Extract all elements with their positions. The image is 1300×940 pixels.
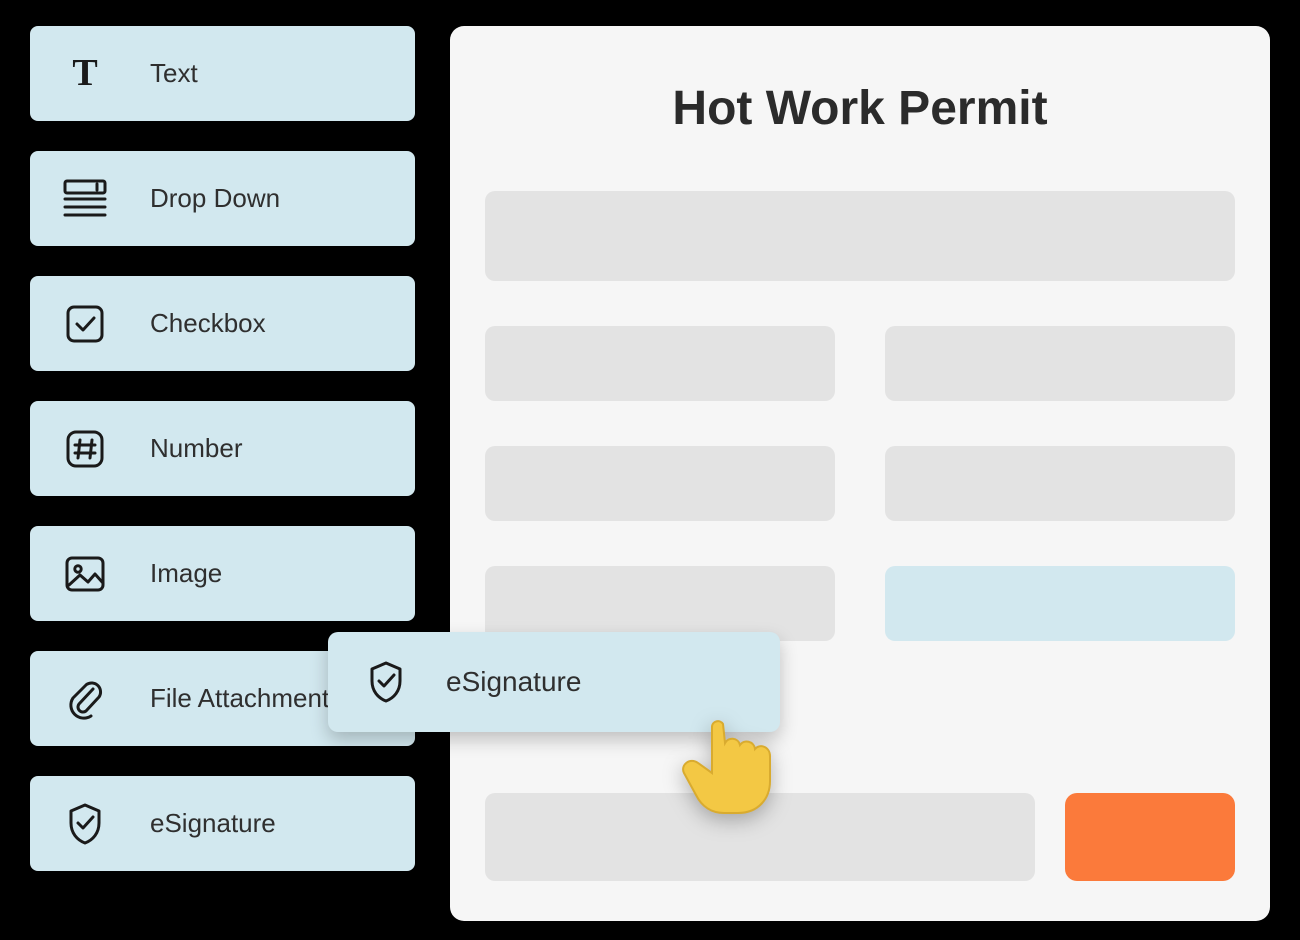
- checkbox-icon: [60, 304, 110, 344]
- shield-check-icon: [60, 802, 110, 846]
- field-type-text[interactable]: T Text: [30, 26, 415, 121]
- field-type-number[interactable]: Number: [30, 401, 415, 496]
- form-field-placeholder[interactable]: [485, 326, 835, 401]
- form-field-placeholder[interactable]: [885, 446, 1235, 521]
- dragging-field-label: eSignature: [446, 666, 581, 698]
- dropdown-icon: [60, 179, 110, 219]
- form-field-placeholder[interactable]: [485, 446, 835, 521]
- svg-text:T: T: [72, 53, 97, 94]
- field-type-label: Checkbox: [150, 308, 266, 339]
- field-type-label: Image: [150, 558, 222, 589]
- image-icon: [60, 555, 110, 593]
- field-type-palette: T Text Drop Down: [30, 26, 415, 871]
- field-type-checkbox[interactable]: Checkbox: [30, 276, 415, 371]
- field-type-label: eSignature: [150, 808, 276, 839]
- number-icon: [60, 429, 110, 469]
- text-icon: T: [60, 53, 110, 95]
- submit-button[interactable]: [1065, 793, 1235, 881]
- form-field-placeholder[interactable]: [485, 191, 1235, 281]
- shield-check-icon: [362, 660, 410, 704]
- attachment-icon: [60, 677, 110, 721]
- field-type-label: File Attachment: [150, 683, 329, 714]
- field-type-label: Number: [150, 433, 242, 464]
- field-type-label: Drop Down: [150, 183, 280, 214]
- form-title: Hot Work Permit: [485, 81, 1235, 136]
- form-field-placeholder[interactable]: [885, 326, 1235, 401]
- pointer-cursor-icon: [668, 695, 798, 825]
- field-type-dropdown[interactable]: Drop Down: [30, 151, 415, 246]
- form-canvas[interactable]: Hot Work Permit: [450, 26, 1270, 921]
- form-field-drop-target[interactable]: [885, 566, 1235, 641]
- form-field-placeholder[interactable]: [485, 566, 835, 641]
- field-type-image[interactable]: Image: [30, 526, 415, 621]
- field-type-label: Text: [150, 58, 198, 89]
- field-type-esignature[interactable]: eSignature: [30, 776, 415, 871]
